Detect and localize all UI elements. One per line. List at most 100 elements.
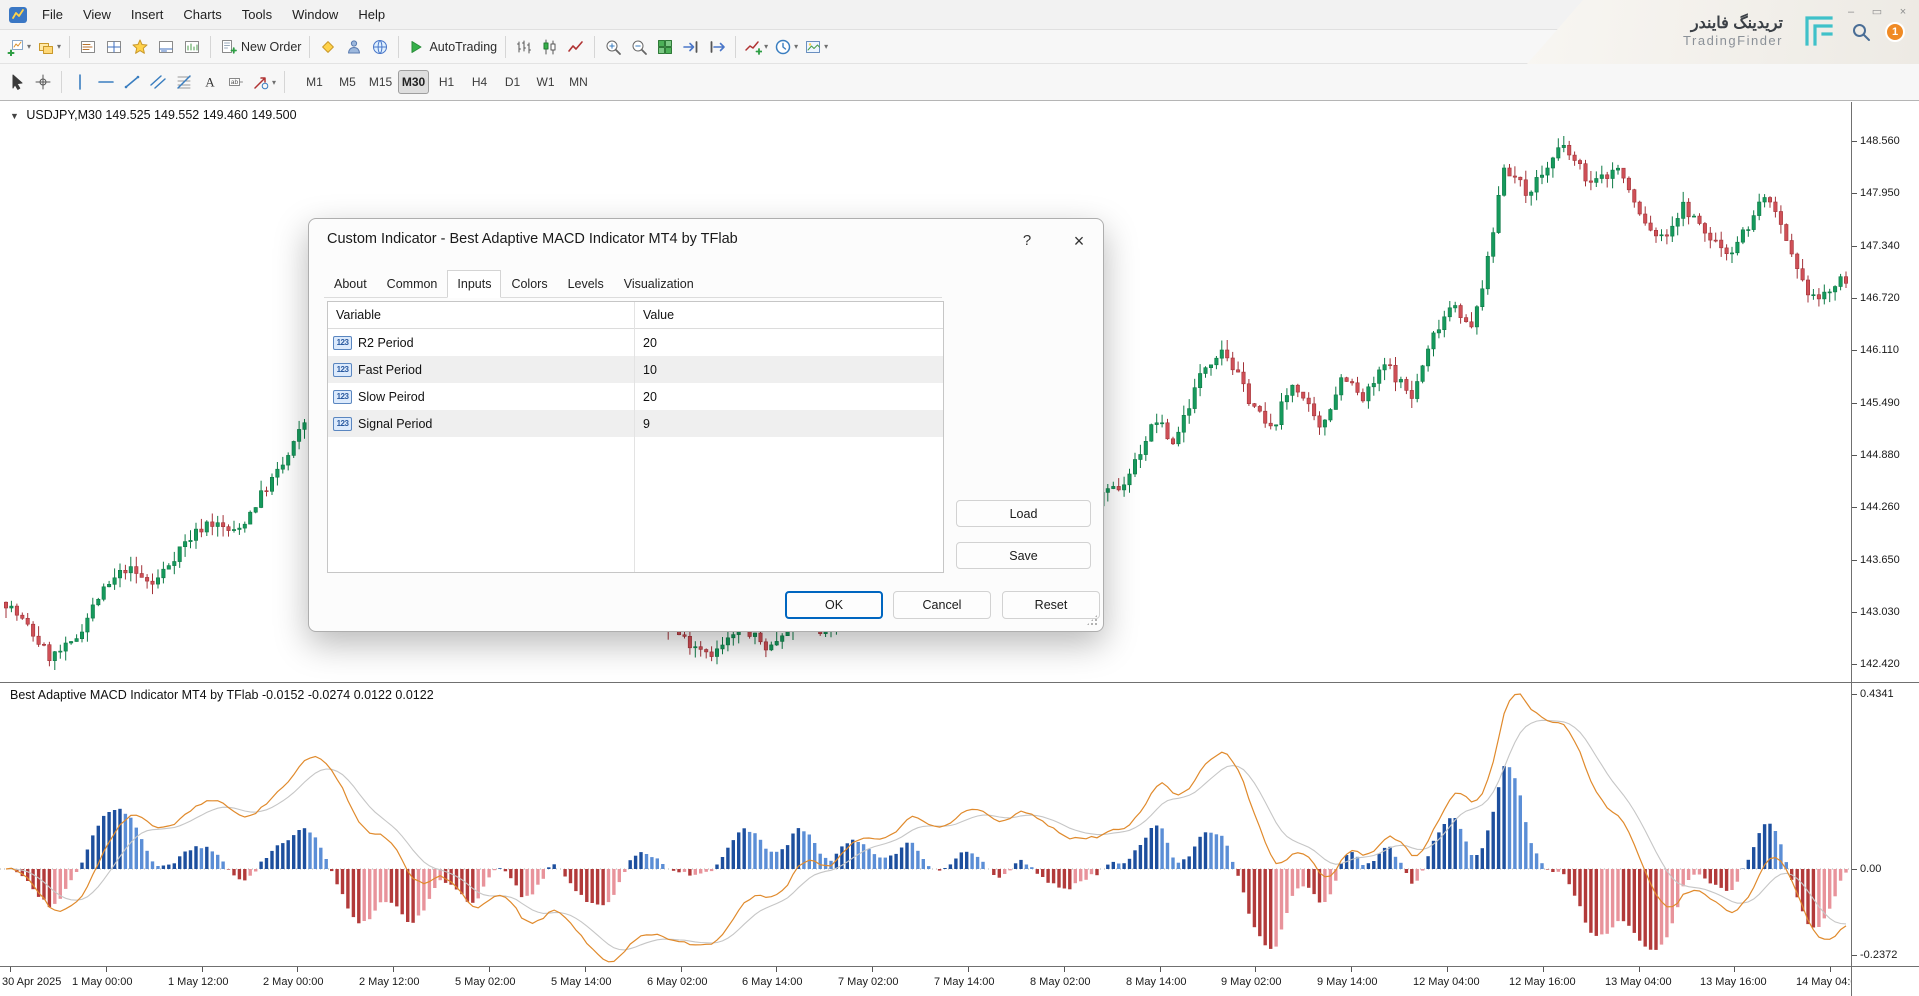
- equidistant-channel-button[interactable]: [145, 69, 171, 95]
- time-axis-label: 8 May 02:00: [1030, 976, 1091, 988]
- parameter-row[interactable]: 123R2 Period20: [328, 329, 943, 356]
- dropdown-arrow-icon[interactable]: ▾: [824, 42, 828, 51]
- parameter-value[interactable]: 9: [634, 417, 650, 431]
- line-chart-button[interactable]: [563, 34, 589, 60]
- timeframe-mn[interactable]: MN: [563, 70, 594, 94]
- axis-tick: [1852, 246, 1857, 247]
- menu-tools[interactable]: Tools: [232, 3, 282, 26]
- macd-indicator-panel[interactable]: [0, 683, 1852, 966]
- new-chart-button[interactable]: ▾: [4, 34, 34, 60]
- indicator-axis[interactable]: 0.43410.00-0.2372: [1852, 683, 1919, 966]
- parameter-rows: 123R2 Period20123Fast Period10123Slow Pe…: [328, 329, 943, 437]
- cursor-button[interactable]: [4, 69, 30, 95]
- parameter-value[interactable]: 20: [634, 390, 657, 404]
- fibonacci-button[interactable]: [171, 69, 197, 95]
- data-window-button[interactable]: [101, 34, 127, 60]
- toolbar-separator: [284, 71, 285, 93]
- minimize-button[interactable]: –: [1843, 4, 1859, 20]
- menu-charts[interactable]: Charts: [173, 3, 231, 26]
- parameter-value[interactable]: 10: [634, 363, 657, 377]
- periods-button[interactable]: ▾: [771, 34, 801, 60]
- save-button[interactable]: Save: [956, 542, 1091, 569]
- tab-about[interactable]: About: [324, 270, 377, 298]
- indicators-button[interactable]: ▾: [741, 34, 771, 60]
- axis-tick: [202, 967, 203, 972]
- menu-insert[interactable]: Insert: [121, 3, 174, 26]
- text-button[interactable]: A: [197, 69, 223, 95]
- timeframe-h4[interactable]: H4: [464, 70, 495, 94]
- auto-scroll-button[interactable]: [678, 34, 704, 60]
- timeframe-m1[interactable]: M1: [299, 70, 330, 94]
- autotrading-button-label: AutoTrading: [429, 40, 497, 54]
- menu-window[interactable]: Window: [282, 3, 348, 26]
- tile-windows-button[interactable]: [652, 34, 678, 60]
- close-button[interactable]: ×: [1895, 4, 1911, 20]
- timeframe-d1[interactable]: D1: [497, 70, 528, 94]
- shapes-button[interactable]: ▾: [249, 69, 279, 95]
- load-button[interactable]: Load: [956, 500, 1091, 527]
- axis-tick: [1064, 967, 1065, 972]
- timeframe-w1[interactable]: W1: [530, 70, 561, 94]
- tab-inputs[interactable]: Inputs: [447, 270, 501, 298]
- zoom-in-button[interactable]: [600, 34, 626, 60]
- parameter-row[interactable]: 123Slow Peirod20: [328, 383, 943, 410]
- trendline-button[interactable]: [119, 69, 145, 95]
- dialog-help-button[interactable]: ?: [1015, 229, 1039, 253]
- menu-file[interactable]: File: [32, 3, 73, 26]
- notification-badge[interactable]: 1: [1885, 22, 1905, 42]
- metaeditor-button[interactable]: [315, 34, 341, 60]
- dialog-close-button[interactable]: ×: [1065, 227, 1093, 255]
- zoom-out-button[interactable]: [626, 34, 652, 60]
- autotrading-button[interactable]: AutoTrading: [404, 34, 500, 60]
- menu-view[interactable]: View: [73, 3, 121, 26]
- timeframe-m30[interactable]: M30: [398, 70, 429, 94]
- tab-colors[interactable]: Colors: [501, 270, 557, 298]
- experts-button[interactable]: [341, 34, 367, 60]
- candlestick-chart-button[interactable]: [537, 34, 563, 60]
- search-icon[interactable]: [1851, 22, 1871, 42]
- strategy-tester-button[interactable]: [179, 34, 205, 60]
- tab-common[interactable]: Common: [377, 270, 448, 298]
- price-axis[interactable]: 148.560147.950147.340146.720146.110145.4…: [1852, 102, 1919, 682]
- parameter-row[interactable]: 123Fast Period10: [328, 356, 943, 383]
- tab-levels[interactable]: Levels: [558, 270, 614, 298]
- ok-button[interactable]: OK: [785, 591, 883, 619]
- chart-indicator-divider[interactable]: [0, 682, 1919, 683]
- time-axis-label: 9 May 02:00: [1221, 976, 1282, 988]
- indicator-name: Best Adaptive MACD Indicator MT4 by TFla…: [10, 688, 258, 702]
- timeframe-h1[interactable]: H1: [431, 70, 462, 94]
- menu-help[interactable]: Help: [348, 3, 395, 26]
- new-order-button[interactable]: New Order: [216, 34, 304, 60]
- cancel-button[interactable]: Cancel: [893, 591, 991, 619]
- parameter-value[interactable]: 20: [634, 336, 657, 350]
- dropdown-arrow-icon[interactable]: ▾: [27, 42, 31, 51]
- label-icon: ab: [227, 73, 245, 91]
- vertical-line-button[interactable]: [67, 69, 93, 95]
- parameter-row[interactable]: 123Signal Period9: [328, 410, 943, 437]
- timeframe-m5[interactable]: M5: [332, 70, 363, 94]
- crosshair-button[interactable]: [30, 69, 56, 95]
- maximize-button[interactable]: ▭: [1869, 4, 1885, 20]
- chart-shift-button[interactable]: [704, 34, 730, 60]
- templates-button[interactable]: ▾: [801, 34, 831, 60]
- dropdown-arrow-icon[interactable]: ▾: [764, 42, 768, 51]
- time-axis[interactable]: 30 Apr 20251 May 00:001 May 12:002 May 0…: [0, 967, 1852, 996]
- dropdown-arrow-icon[interactable]: ▾: [272, 78, 276, 87]
- tab-visualization[interactable]: Visualization: [614, 270, 704, 298]
- horizontal-line-button[interactable]: [93, 69, 119, 95]
- timeframe-m15[interactable]: M15: [365, 70, 396, 94]
- profiles-button[interactable]: ▾: [34, 34, 64, 60]
- price-axis-label: 145.490: [1860, 396, 1900, 410]
- navigator-button[interactable]: [127, 34, 153, 60]
- reset-button[interactable]: Reset: [1002, 591, 1100, 619]
- drawing-tools: Aab ▾: [4, 69, 290, 95]
- price-axis-label: 148.560: [1860, 134, 1900, 148]
- options-button[interactable]: [367, 34, 393, 60]
- text-label-button[interactable]: ab: [223, 69, 249, 95]
- terminal-button[interactable]: [153, 34, 179, 60]
- dropdown-arrow-icon[interactable]: ▾: [57, 42, 61, 51]
- bar-chart-button[interactable]: [511, 34, 537, 60]
- dialog-tabs: AboutCommonInputsColorsLevelsVisualizati…: [324, 270, 942, 298]
- market-watch-button[interactable]: [75, 34, 101, 60]
- dropdown-arrow-icon[interactable]: ▾: [794, 42, 798, 51]
